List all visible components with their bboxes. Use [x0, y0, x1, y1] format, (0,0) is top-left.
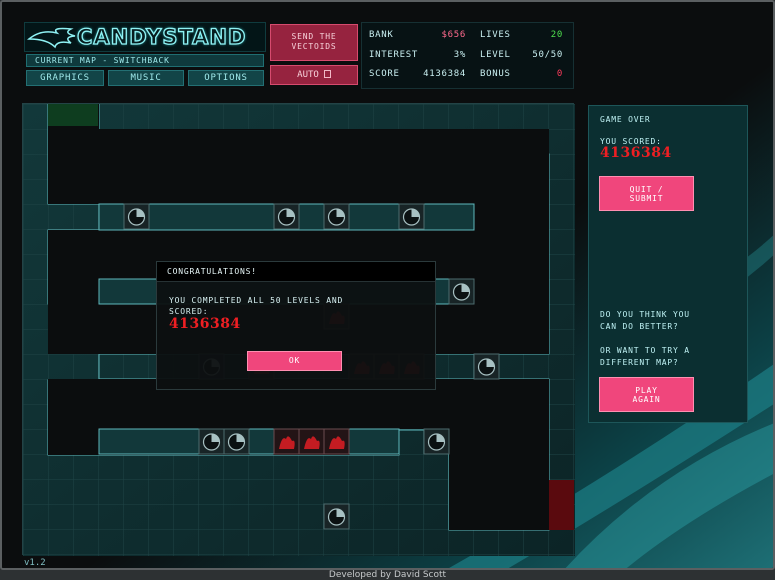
flame-icon [27, 27, 76, 49]
interest-value: 3% [453, 50, 466, 60]
final-score: 4136384 [600, 145, 672, 161]
game-over-title: GAME OVER [600, 115, 651, 124]
score-label: SCORE [369, 69, 400, 79]
logo-text: CANDYSTAND [76, 24, 247, 49]
gun-tower[interactable] [448, 278, 475, 305]
spawn-zone [48, 104, 98, 126]
congratulations-dialog: CONGRATULATIONS! YOU COMPLETED ALL 50 LE… [156, 261, 436, 390]
options-button[interactable]: OPTIONS [188, 70, 264, 86]
gun-tower[interactable] [323, 503, 350, 530]
developer-credit: Developed by David Scott [328, 570, 447, 580]
current-map-label: CURRENT MAP - SWITCHBACK [26, 54, 264, 67]
send-vectoids-button[interactable]: SEND THE VECTOIDS [270, 24, 358, 61]
stats-panel: BANK $656 LIVES 20 INTEREST 3% LEVEL 50/… [361, 22, 574, 89]
score-value: 4136384 [423, 69, 466, 79]
game-frame: CANDYSTAND CURRENT MAP - SWITCHBACK GRAP… [0, 0, 775, 570]
ok-button[interactable]: OK [247, 351, 342, 371]
send-label-line2: VECTOIDS [291, 42, 337, 51]
question1-line1: DO YOU THINK YOU [600, 310, 690, 319]
quit-label-line2: SUBMIT [629, 194, 664, 203]
play-label-line2: AGAIN [632, 395, 661, 404]
graphics-button[interactable]: GRAPHICS [26, 70, 104, 86]
music-button[interactable]: MUSIC [108, 70, 184, 86]
bonus-label: BONUS [480, 69, 511, 79]
dialog-message: YOU COMPLETED ALL 50 LEVELS AND SCORED: … [169, 295, 409, 332]
lives-label: LIVES [480, 30, 511, 40]
gun-tower[interactable] [273, 203, 300, 230]
gun-tower[interactable] [223, 428, 250, 455]
gun-tower[interactable] [398, 203, 425, 230]
level-value: 50/50 [532, 50, 563, 60]
quit-label-line1: QUIT / [629, 185, 664, 194]
play-label-line1: PLAY [635, 386, 658, 395]
question-better: DO YOU THINK YOU CAN DO BETTER? [600, 309, 690, 333]
bank-label: BANK [369, 30, 394, 40]
interest-label: INTEREST [369, 50, 418, 60]
flame-tower[interactable] [273, 428, 300, 455]
question2-line2: DIFFERENT MAP? [600, 358, 679, 367]
question2-line1: OR WANT TO TRY A [600, 346, 690, 355]
flame-tower[interactable] [323, 428, 350, 455]
level-label: LEVEL [480, 50, 511, 60]
lives-value: 20 [550, 30, 563, 40]
version-label: v1.2 [24, 558, 46, 568]
dialog-message-line1: YOU COMPLETED ALL 50 LEVELS AND [169, 296, 344, 305]
exit-zone [549, 480, 574, 530]
candystand-logo[interactable]: CANDYSTAND [24, 22, 266, 52]
bank-value: $656 [441, 30, 466, 40]
flame-tower[interactable] [298, 428, 325, 455]
dialog-score: 4136384 [169, 316, 241, 332]
auto-label: AUTO [297, 70, 319, 80]
quit-submit-button[interactable]: QUIT / SUBMIT [599, 176, 694, 211]
gun-tower[interactable] [323, 203, 350, 230]
send-label-line1: SEND THE [291, 32, 337, 41]
gun-tower[interactable] [423, 428, 450, 455]
gun-tower[interactable] [123, 203, 150, 230]
question1-line2: CAN DO BETTER? [600, 322, 679, 331]
auto-checkbox[interactable] [323, 70, 331, 78]
question-map: OR WANT TO TRY A DIFFERENT MAP? [600, 345, 690, 369]
play-again-button[interactable]: PLAY AGAIN [599, 377, 694, 412]
auto-toggle[interactable]: AUTO [270, 65, 358, 85]
dialog-title: CONGRATULATIONS! [157, 262, 435, 282]
gun-tower[interactable] [473, 353, 500, 380]
gun-tower[interactable] [198, 428, 225, 455]
game-over-panel: GAME OVER YOU SCORED: 4136384 QUIT / SUB… [588, 105, 748, 423]
bonus-value: 0 [556, 69, 563, 79]
